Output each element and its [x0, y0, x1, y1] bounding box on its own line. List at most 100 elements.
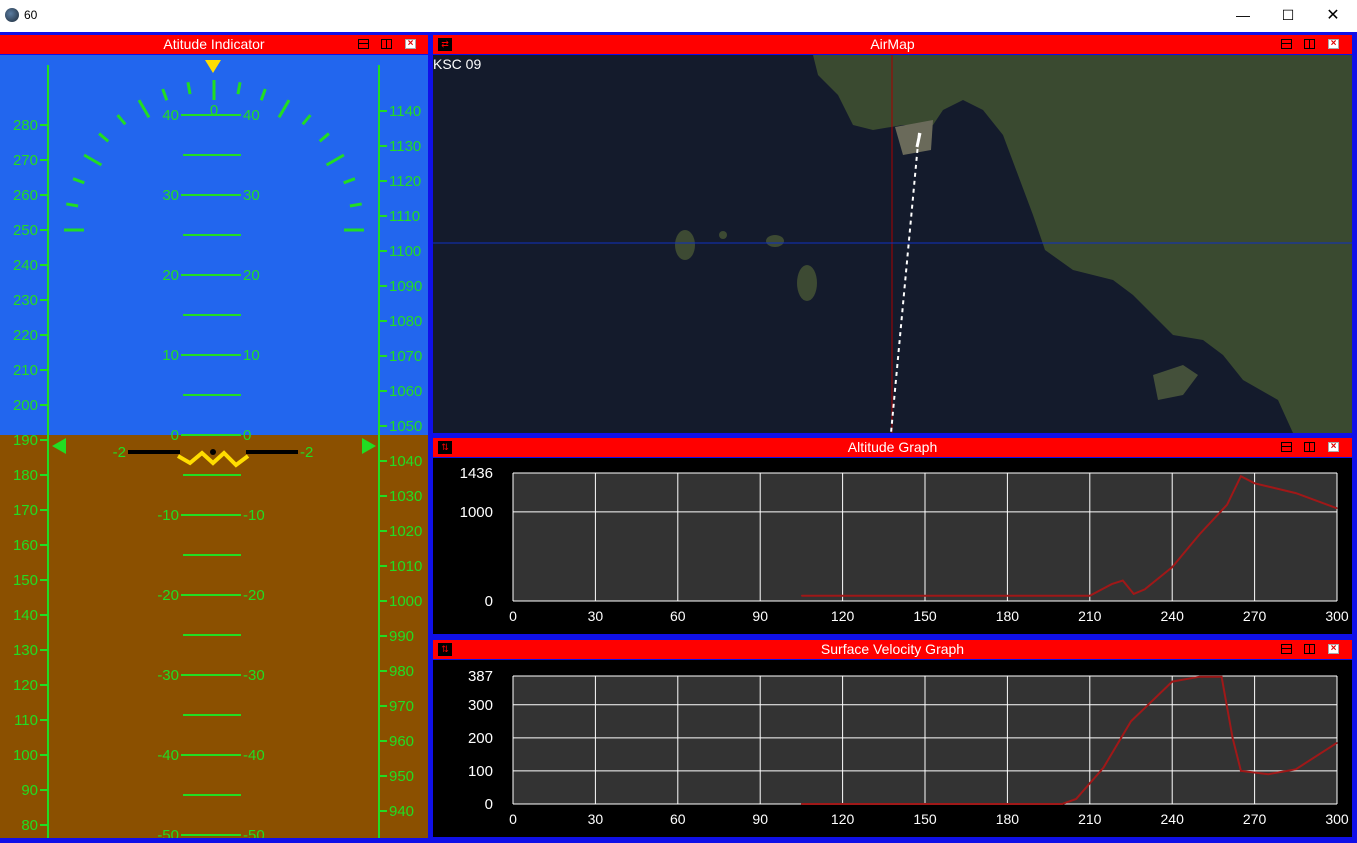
location-label: KSC 09 — [433, 56, 481, 72]
roll-zero-label: 0 — [210, 102, 218, 119]
speed-tick-label: 220 — [13, 327, 38, 344]
island — [766, 235, 784, 247]
aircraft-center-dot — [210, 449, 216, 455]
close-panel-icon[interactable]: × — [1328, 442, 1339, 452]
split-panel-icon[interactable] — [1304, 39, 1315, 49]
x-tick-label: 210 — [1078, 811, 1102, 827]
close-button[interactable]: ✕ — [1310, 0, 1356, 30]
attitude-panel-header: Atitude Indicator × — [0, 35, 428, 54]
altitude-tick-label: 1110 — [389, 208, 420, 225]
y-tick-label: 1000 — [460, 504, 493, 521]
minimize-panel-icon[interactable] — [358, 39, 369, 49]
altitude-tick-label: 950 — [389, 768, 414, 785]
speed-tick-label: 80 — [21, 817, 38, 834]
x-tick-label: 180 — [996, 811, 1020, 827]
altitude-tick-label: 980 — [389, 663, 414, 680]
x-tick-label: 90 — [752, 608, 768, 624]
roll-tick — [66, 202, 79, 208]
x-tick-label: 30 — [588, 608, 604, 624]
data-point — [924, 595, 926, 597]
attitude-panel-title: Atitude Indicator — [163, 36, 265, 52]
pitch-label-right: -50 — [243, 827, 265, 838]
pitch-label-left: 0 — [171, 427, 179, 444]
speed-tick-label: 170 — [13, 502, 38, 519]
altitude-tick-label: 970 — [389, 698, 414, 715]
close-panel-icon[interactable]: × — [1328, 644, 1339, 654]
sort-icon[interactable]: ⇅ — [438, 441, 452, 454]
pitch-label-left: 20 — [162, 267, 179, 284]
swap-icon[interactable]: ⇄ — [438, 38, 452, 51]
speed-tick-label: 100 — [13, 747, 38, 764]
x-tick-label: 300 — [1325, 811, 1349, 827]
pitch-label-right: -20 — [243, 587, 265, 604]
x-tick-label: 120 — [831, 811, 855, 827]
x-tick-label: 210 — [1078, 608, 1102, 624]
horizon-label-right: -2 — [300, 444, 313, 461]
y-tick-label: 200 — [468, 730, 493, 747]
pitch-label-left: 10 — [162, 347, 179, 364]
sort-icon[interactable]: ⇅ — [438, 643, 452, 656]
x-tick-label: 60 — [670, 811, 686, 827]
x-tick-label: 150 — [913, 811, 937, 827]
altitude-graph: 0 30 60 90 120 150 180 210 240 270 300 1436 1000 0 — [433, 458, 1352, 634]
pitch-label-left: -50 — [157, 827, 179, 838]
velocity-panel-title: Surface Velocity Graph — [820, 641, 965, 657]
y-tick-label: 387 — [468, 668, 493, 685]
pitch-label-right: 0 — [243, 427, 251, 444]
split-panel-icon[interactable] — [1304, 442, 1315, 452]
speed-tick-label: 240 — [13, 257, 38, 274]
ground-area — [0, 435, 428, 838]
x-tick-label: 90 — [752, 811, 768, 827]
split-panel-icon[interactable] — [381, 39, 392, 49]
data-point — [1171, 681, 1173, 683]
pitch-label-right: -40 — [243, 747, 265, 764]
data-point — [1295, 768, 1297, 770]
speed-tick-label: 190 — [13, 432, 38, 449]
speed-tick-label: 250 — [13, 222, 38, 239]
velocity-panel-header: ⇅ Surface Velocity Graph × — [433, 640, 1352, 659]
x-tick-label: 240 — [1161, 811, 1185, 827]
minimize-panel-icon[interactable] — [1281, 644, 1292, 654]
altitude-tick-label: 1090 — [389, 278, 422, 295]
data-point — [1111, 583, 1113, 585]
altitude-tick-label: 1040 — [389, 453, 422, 470]
pitch-label-left: 40 — [162, 107, 179, 124]
minimize-panel-icon[interactable] — [1281, 442, 1292, 452]
minimize-button[interactable]: — — [1220, 0, 1266, 30]
pitch-label-right: 20 — [243, 267, 260, 284]
altitude-tick-label: 1010 — [389, 558, 422, 575]
data-point — [1240, 475, 1242, 477]
air-map[interactable]: KSC 09 — [433, 55, 1352, 433]
altitude-tick-label: 960 — [389, 733, 414, 750]
data-point — [1006, 595, 1008, 597]
speed-tick-label: 210 — [13, 362, 38, 379]
x-tick-label: 180 — [996, 608, 1020, 624]
data-point — [1075, 798, 1077, 800]
close-panel-icon[interactable]: × — [1328, 39, 1339, 49]
altitude-tick-label: 990 — [389, 628, 414, 645]
x-tick-label: 150 — [913, 608, 937, 624]
altitude-tick-label: 1050 — [389, 418, 422, 435]
pitch-label-right: -10 — [243, 507, 265, 524]
x-tick-label: 240 — [1161, 608, 1185, 624]
data-point — [1103, 767, 1105, 769]
altitude-tick-label: 1000 — [389, 593, 422, 610]
speed-tick-label: 90 — [21, 782, 38, 799]
y-tick-label: 0 — [485, 593, 493, 610]
close-panel-icon[interactable]: × — [405, 39, 416, 49]
pitch-label-left: 30 — [162, 187, 179, 204]
maximize-button[interactable]: ☐ — [1265, 0, 1311, 30]
split-panel-icon[interactable] — [1304, 644, 1315, 654]
altitude-tick-label: 1120 — [389, 173, 421, 190]
minimize-panel-icon[interactable] — [1281, 39, 1292, 49]
pitch-label-left: -40 — [157, 747, 179, 764]
y-tick-label: 1436 — [460, 465, 493, 482]
altitude-panel-title: Altitude Graph — [847, 439, 938, 455]
roll-tick — [236, 82, 242, 95]
data-point — [1295, 492, 1297, 494]
speed-tick-label: 160 — [13, 537, 38, 554]
speed-tick-label: 270 — [13, 152, 38, 169]
data-point — [800, 595, 802, 597]
speed-tick-label: 110 — [14, 712, 38, 729]
data-point — [924, 803, 926, 805]
